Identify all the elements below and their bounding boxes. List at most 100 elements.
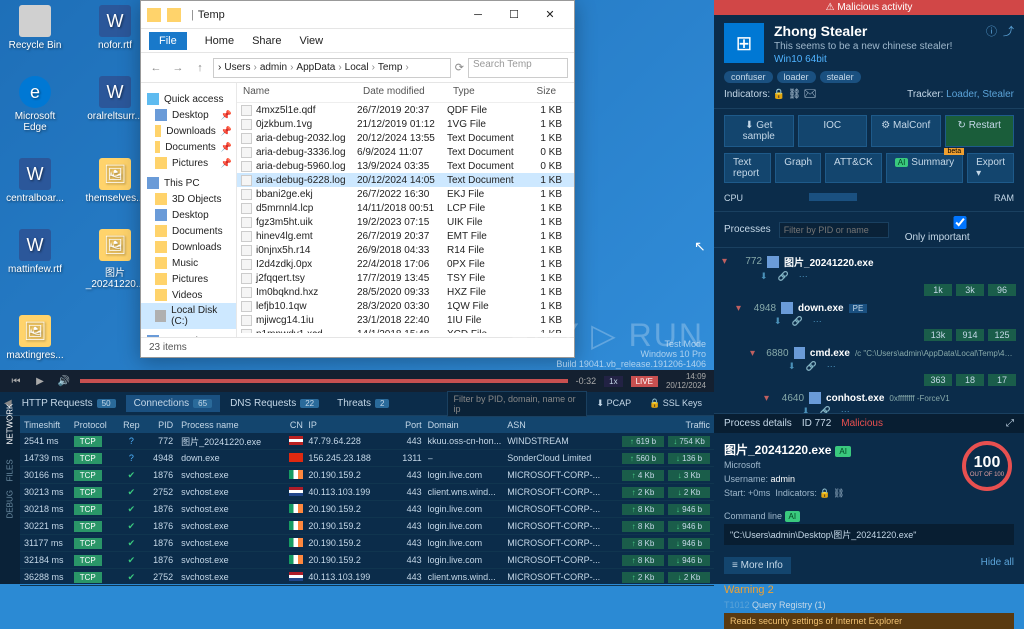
restart-button[interactable]: ↻ Restart	[945, 115, 1015, 147]
desktop-icon[interactable]: 🖼maxtingres...	[5, 315, 65, 361]
close-button[interactable]: ✕	[532, 2, 568, 28]
process-row[interactable]: ▾772图片_20241220.exe ⬇🔗⋯1k3k96	[714, 252, 1024, 300]
col-pid[interactable]: PID	[145, 420, 177, 430]
tab-http[interactable]: HTTP Requests50	[14, 395, 124, 412]
indicator-icon[interactable]: ✉	[804, 89, 817, 100]
process-row[interactable]: ▾4640conhost.exe 0xffffffff -ForceV1⬇🔗⋯1…	[756, 390, 1024, 413]
desktop-icon[interactable]: Wnofor.rtf	[85, 5, 145, 51]
info-icon[interactable]: ⓘ	[986, 23, 997, 65]
side-tab-debug[interactable]: DEBUG	[0, 499, 29, 519]
rewind-button[interactable]: ⏮	[8, 373, 24, 389]
indicator-icon[interactable]: ⛓	[788, 89, 801, 100]
side-tab-network[interactable]: NETWORK	[0, 425, 29, 445]
summary-button[interactable]: AISummarybeta	[886, 153, 963, 183]
expand-icon[interactable]: ⤢	[1006, 418, 1014, 429]
connection-row[interactable]: 32184 msTCP✔1876svchost.exe20.190.159.24…	[20, 552, 714, 569]
up-button[interactable]: ↑	[191, 62, 209, 74]
desktop-icon[interactable]: 🖼themselves...	[85, 158, 145, 204]
nav-item[interactable]: Desktop	[141, 207, 236, 223]
file-row[interactable]: bbani2ge.ekj26/7/2022 16:30EKJ File1 KB	[237, 187, 574, 201]
col-rep[interactable]: Rep	[117, 420, 145, 430]
get-sample-button[interactable]: ⬇ Get sample	[724, 115, 794, 147]
col-cn[interactable]: CN	[284, 420, 308, 430]
cmdline-value[interactable]: "C:\Users\admin\Desktop\图片_20241220.exe"	[724, 524, 1014, 545]
file-row[interactable]: I2d4zdkj.0px22/4/2018 17:060PX File1 KB	[237, 257, 574, 271]
nav-item[interactable]: Videos	[141, 287, 236, 303]
warning-detail[interactable]: Reads security settings of Internet Expl…	[724, 613, 1014, 629]
col-traffic[interactable]: Traffic	[605, 420, 714, 430]
file-row[interactable]: aria-debug-2032.log20/12/2024 13:55Text …	[237, 131, 574, 145]
desktop-icon[interactable]: 🖼图片_20241220...	[85, 229, 145, 290]
more-info-button[interactable]: ≡ More Info	[724, 557, 791, 574]
tag[interactable]: loader	[777, 71, 816, 83]
process-row[interactable]: ▾4948down.exe PE ⬇🔗⋯13k914125	[728, 300, 1024, 345]
nav-item[interactable]: Downloads	[141, 239, 236, 255]
nav-item[interactable]: Pictures	[141, 271, 236, 287]
tab-view[interactable]: View	[299, 35, 323, 47]
col-protocol[interactable]: Protocol	[74, 420, 118, 430]
tab-threats[interactable]: Threats2	[329, 395, 397, 412]
share-icon[interactable]: ⤴	[1003, 23, 1014, 65]
desktop-icon[interactable]: Wmattinfew.rtf	[5, 229, 65, 290]
file-row[interactable]: i0njnx5h.r1426/9/2018 04:33R14 File1 KB	[237, 243, 574, 257]
file-row[interactable]: aria-debug-3336.log6/9/2024 11:07Text Do…	[237, 145, 574, 159]
tag[interactable]: stealer	[820, 71, 861, 83]
nav-downloads[interactable]: Downloads📌	[141, 123, 236, 139]
ioc-button[interactable]: IOC	[798, 115, 868, 147]
connection-row[interactable]: 30166 msTCP✔1876svchost.exe20.190.159.24…	[20, 467, 714, 484]
tab-file[interactable]: File	[149, 32, 187, 50]
file-row[interactable]: Im0bqknd.hxz28/5/2020 09:33HXZ File1 KB	[237, 285, 574, 299]
nav-item[interactable]: Documents	[141, 223, 236, 239]
nav-local-disk[interactable]: Local Disk (C:)	[141, 303, 236, 329]
connection-row[interactable]: 36288 msTCP✔2752svchost.exe40.113.103.19…	[20, 569, 714, 586]
pcap-button[interactable]: ⬇ PCAP	[589, 395, 640, 412]
col-size[interactable]: Size	[522, 83, 562, 102]
file-row[interactable]: 4mxz5l1e.qdf26/7/2019 20:37QDF File1 KB	[237, 103, 574, 117]
file-row[interactable]: j2fqqert.tsy17/7/2019 13:45TSY File1 KB	[237, 271, 574, 285]
minimize-button[interactable]: ─	[460, 2, 496, 28]
search-input[interactable]: Search Temp	[468, 58, 568, 78]
timeline-slider[interactable]	[80, 379, 568, 383]
breadcrumb[interactable]: ›Users›admin›AppData›Local›Temp›	[213, 58, 451, 78]
tag[interactable]: confuser	[724, 71, 773, 83]
export-button[interactable]: Export ▾	[967, 153, 1014, 183]
tracker-link[interactable]: Loader, Stealer	[946, 89, 1014, 100]
col-ip[interactable]: IP	[308, 420, 393, 430]
text-report-button[interactable]: Text report	[724, 153, 771, 183]
nav-item[interactable]: Music	[141, 255, 236, 271]
connection-row[interactable]: 30213 msTCP✔2752svchost.exe40.113.103.19…	[20, 484, 714, 501]
hide-all-link[interactable]: Hide all	[981, 557, 1014, 568]
process-row[interactable]: ▾6880cmd.exe /c "C:\Users\admin\AppData\…	[742, 345, 1024, 390]
side-tab-files[interactable]: FILES	[0, 462, 29, 482]
nav-desktop[interactable]: Desktop📌	[141, 107, 236, 123]
indicator-icon[interactable]: 🔒	[773, 89, 785, 100]
attack-button[interactable]: ATT&CK	[825, 153, 882, 183]
connection-row[interactable]: 31177 msTCP✔1876svchost.exe20.190.159.24…	[20, 535, 714, 552]
graph-button[interactable]: Graph	[775, 153, 821, 183]
maximize-button[interactable]: ☐	[496, 2, 532, 28]
process-filter-input[interactable]	[779, 222, 889, 238]
mitre-technique-link[interactable]: T1012	[724, 600, 750, 610]
playback-rate[interactable]: 1x	[604, 376, 622, 387]
desktop-icon[interactable]: eMicrosoft Edge	[5, 76, 65, 133]
connection-row[interactable]: 2541 msTCP?772图片_20241220.exe47.79.64.22…	[20, 433, 714, 450]
nav-documents[interactable]: Documents📌	[141, 139, 236, 155]
col-name[interactable]: Name	[237, 83, 357, 102]
ssl-keys-button[interactable]: 🔒 SSL Keys	[641, 395, 710, 412]
file-row[interactable]: fgz3m5ht.uik19/2/2023 07:15UIK File1 KB	[237, 215, 574, 229]
volume-icon[interactable]: 🔊	[56, 373, 72, 389]
desktop-icon[interactable]: Wcentralboar...	[5, 158, 65, 204]
connection-row[interactable]: 14739 msTCP?4948down.exe156.245.23.18813…	[20, 450, 714, 467]
tab-dns[interactable]: DNS Requests22	[222, 395, 327, 412]
tab-home[interactable]: Home	[205, 35, 234, 47]
file-row[interactable]: 0jzkbum.1vg21/12/2019 01:121VG File1 KB	[237, 117, 574, 131]
titlebar[interactable]: | Temp ─ ☐ ✕	[141, 1, 574, 29]
nav-pictures[interactable]: Pictures📌	[141, 155, 236, 171]
connection-row[interactable]: 30218 msTCP✔1876svchost.exe20.190.159.24…	[20, 501, 714, 518]
play-button[interactable]: ▶	[32, 373, 48, 389]
only-important-checkbox[interactable]: Only important	[905, 216, 1015, 243]
desktop-icon[interactable]: Recycle Bin	[5, 5, 65, 51]
col-asn[interactable]: ASN	[507, 420, 604, 430]
desktop-icon[interactable]: Woralreltsurr...	[85, 76, 145, 133]
nav-item[interactable]: 3D Objects	[141, 191, 236, 207]
